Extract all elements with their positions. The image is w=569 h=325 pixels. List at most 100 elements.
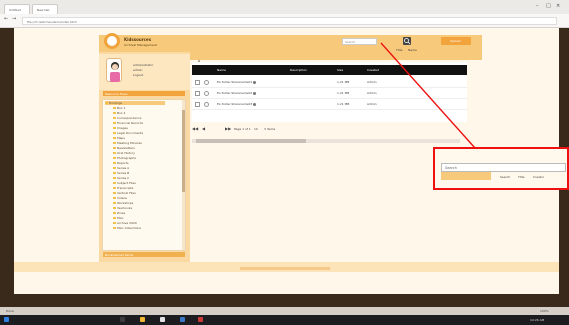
browser-tab[interactable]: New tab (32, 4, 58, 14)
tree-item[interactable]: Workshops (113, 201, 133, 205)
taskbar-app-icon[interactable] (120, 317, 125, 322)
sidebar-header-bookmarks[interactable]: Bookmarked Items (103, 252, 185, 257)
folder-app-icon[interactable] (140, 317, 145, 322)
folder-icon (113, 106, 116, 110)
tree-item[interactable]: Meeting Minutes (113, 141, 142, 145)
minimize-icon[interactable]: – (536, 3, 539, 9)
prev-page-icon[interactable]: ◀ (202, 126, 205, 131)
row-radio[interactable] (204, 91, 209, 96)
tree-item[interactable]: Box 1 (113, 106, 125, 110)
column-name-header[interactable]: Name (217, 68, 226, 72)
column-size-header[interactable]: Size (337, 68, 343, 72)
tree-item-root[interactable]: Holdings (105, 101, 165, 105)
tree-item[interactable]: Financial Records (113, 121, 143, 125)
search-input[interactable]: Search (342, 38, 377, 45)
info-icon[interactable] (253, 102, 257, 106)
logout-link[interactable]: Logout (133, 73, 143, 77)
url-input[interactable]: file:///C:/ebirmesutern/index.html (22, 17, 557, 25)
tree-item[interactable]: Yearbooks (113, 206, 132, 210)
maximize-icon[interactable]: □ (546, 3, 551, 9)
filter-name[interactable]: Name (408, 48, 417, 52)
tree-item[interactable]: Images (113, 126, 128, 130)
tree-item[interactable]: Series B (113, 171, 129, 175)
tree-item[interactable]: Box 2 (113, 111, 125, 115)
row-radio[interactable] (204, 102, 209, 107)
brand-subtitle: Archival Management (124, 43, 157, 47)
zoomed-search-link[interactable]: Search (500, 175, 510, 179)
info-icon[interactable] (253, 80, 257, 84)
table-header: Name Description Size Created (192, 65, 467, 75)
tree-item[interactable]: Oral History (113, 151, 135, 155)
row-size: 1.21 MB (337, 91, 350, 95)
tree-item[interactable]: Misc Collections (113, 226, 141, 230)
row-created: Admin (367, 102, 377, 106)
tree-item[interactable]: Misc (113, 216, 124, 220)
address-bar: ← → file:///C:/ebirmesutern/index.html (0, 14, 569, 28)
media-app-icon[interactable] (198, 317, 203, 322)
zoomed-creator-filter[interactable]: Creator (533, 175, 544, 179)
forward-icon[interactable]: → (12, 16, 16, 22)
folder-icon (113, 206, 116, 210)
row-checkbox[interactable] (195, 91, 200, 96)
zoomed-search-input[interactable]: Search (441, 163, 566, 172)
folder-icon (113, 176, 116, 180)
upload-button[interactable]: Upload (441, 37, 471, 45)
table-row[interactable]: Ex-folder-Sharename02 1.21 MB Admin (192, 88, 467, 99)
tree-item[interactable]: Newsletters (113, 146, 135, 150)
row-created: Admin (367, 91, 377, 95)
back-icon[interactable]: ← (4, 16, 8, 22)
folder-icon (113, 116, 116, 120)
row-radio[interactable] (204, 80, 209, 85)
pager: ◀◀ ◀ ▶▶ Page 1 of 1 10 3 items (192, 125, 312, 133)
tree-item[interactable]: Videos (113, 196, 127, 200)
browser-app-icon[interactable] (160, 317, 165, 322)
tree-item[interactable]: Series A (113, 166, 129, 170)
tree-item[interactable]: Zines (113, 211, 125, 215)
zoom-level: 100% (540, 309, 549, 313)
per-page-select[interactable]: 10 (254, 127, 258, 131)
first-page-icon[interactable]: ◀◀ (192, 126, 198, 131)
tree-item[interactable]: Maps (113, 136, 125, 140)
profile-name: administrator (133, 63, 154, 67)
tree-item[interactable]: Subject Files (113, 181, 136, 185)
tree-item[interactable]: Reports (113, 161, 129, 165)
status-text: Done (6, 309, 14, 313)
table-row[interactable]: Ex-folder-Sharename01 1.21 MB Admin (192, 77, 467, 88)
table-row[interactable]: Ex-folder-Sharename03 1.21 MB Admin (192, 99, 467, 110)
mail-app-icon[interactable] (180, 317, 185, 322)
tree-item[interactable]: Vertical Files (113, 191, 136, 195)
start-icon[interactable] (4, 317, 9, 322)
filter-title[interactable]: Title (396, 48, 402, 52)
folder-icon (113, 211, 116, 215)
info-icon[interactable] (253, 91, 257, 95)
row-checkbox[interactable] (195, 80, 200, 85)
tree-item[interactable]: Legal Documents (113, 131, 143, 135)
row-created: Admin (367, 80, 377, 84)
row-checkbox[interactable] (195, 102, 200, 107)
next-page-icon[interactable]: ▶▶ (225, 126, 231, 131)
folder-icon (113, 226, 116, 230)
folder-icon (113, 146, 116, 150)
tree-scrollbar-thumb[interactable] (182, 110, 185, 192)
folder-tree: Holdings Box 1 Box 2 Correspondence Fina… (102, 99, 186, 251)
tree-item[interactable]: Series C (113, 176, 129, 180)
tree-item[interactable]: Correspondence (113, 116, 141, 120)
folder-icon (113, 186, 116, 190)
horizontal-scrollbar-thumb[interactable] (196, 139, 306, 143)
row-size: 1.21 MB (337, 80, 350, 84)
column-created-header[interactable]: Created (367, 68, 379, 72)
zoomed-title-filter[interactable]: Title (518, 175, 524, 179)
browser-tab[interactable]: Untitled (4, 4, 30, 14)
home-icon[interactable]: ⌂ (198, 58, 201, 63)
tree-item[interactable]: Photographs (113, 156, 136, 160)
close-icon[interactable]: × (556, 3, 560, 9)
tree-item[interactable]: Archive 2020 (113, 221, 137, 225)
tree-item[interactable]: Transcripts (113, 186, 133, 190)
search-icon[interactable] (403, 37, 411, 45)
column-description-header[interactable]: Description (290, 68, 307, 72)
sidebar-header-resource-trees[interactable]: Resource Trees (103, 91, 185, 96)
folder-icon (113, 136, 116, 140)
avatar (106, 58, 122, 82)
profile-role: admin (133, 68, 143, 72)
row-size: 1.21 MB (337, 102, 350, 106)
